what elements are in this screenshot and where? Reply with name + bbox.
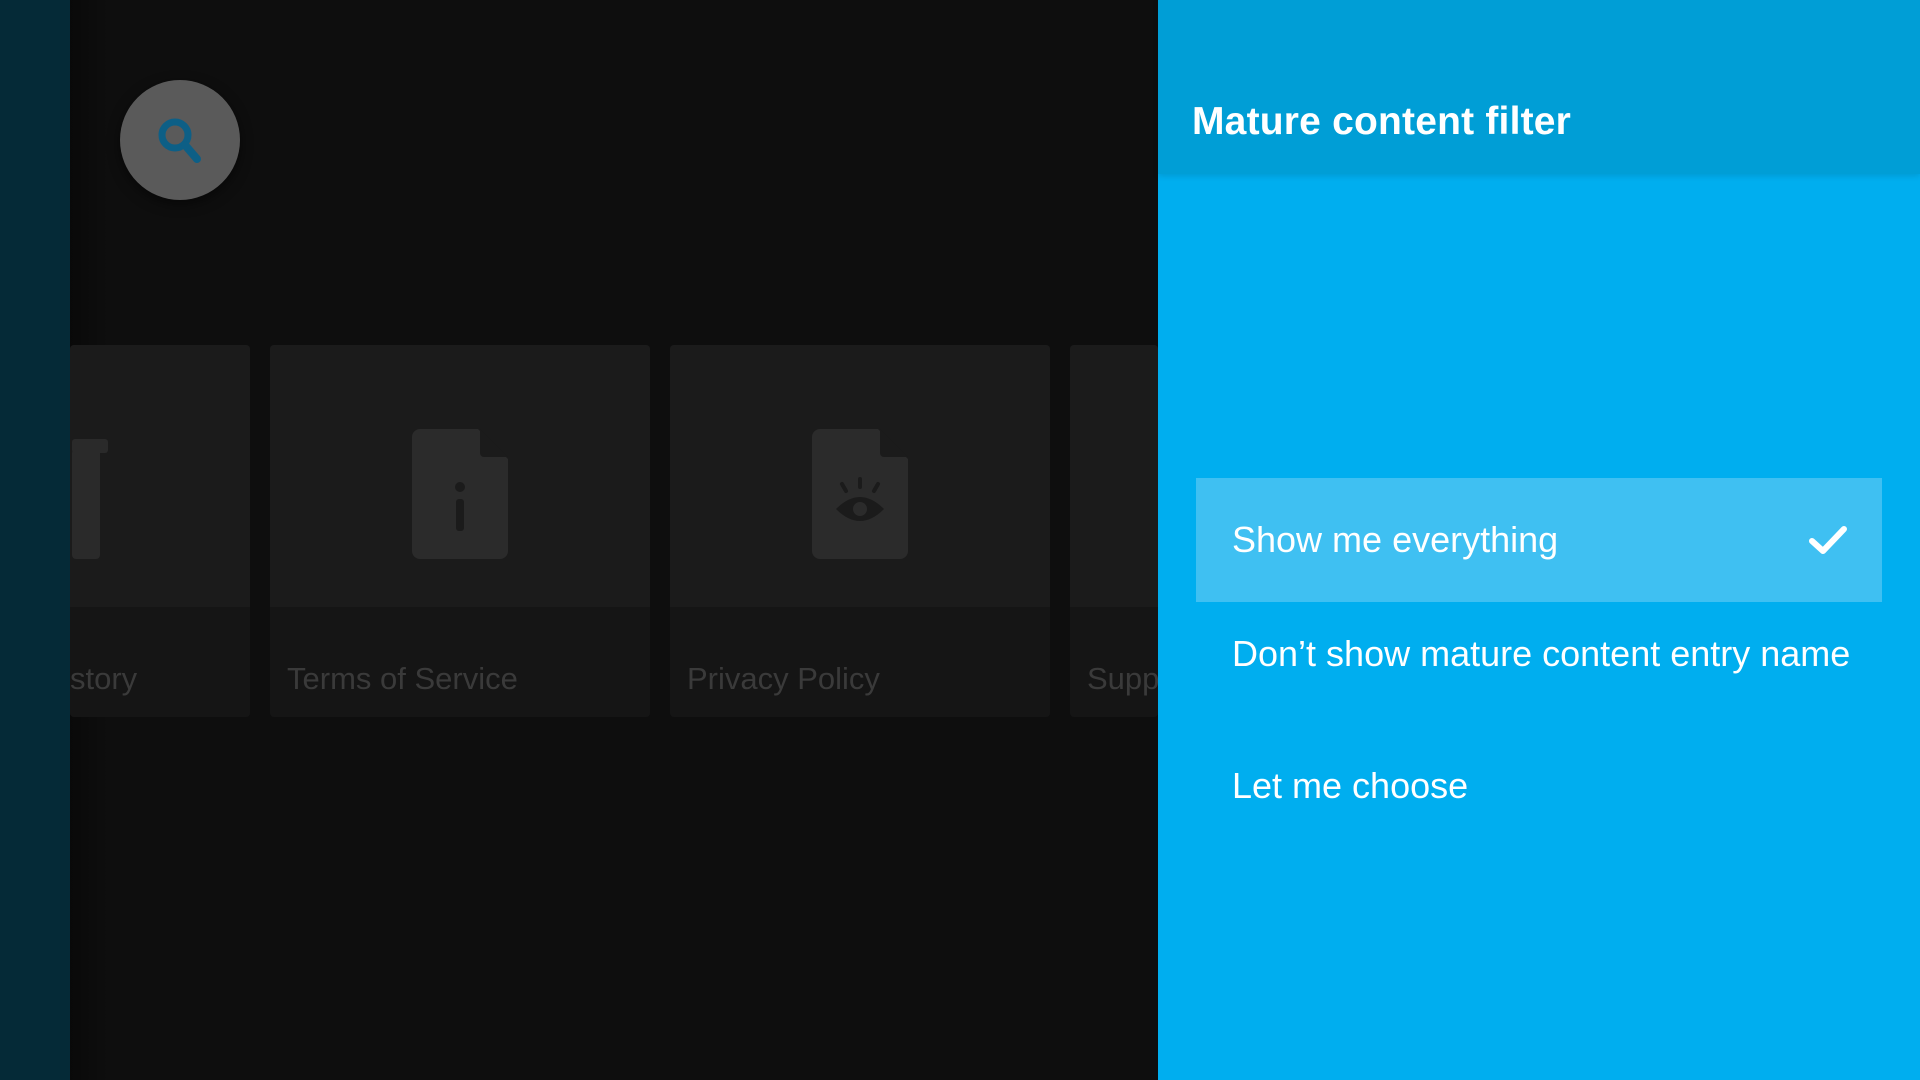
option-let-me-choose[interactable]: Let me choose xyxy=(1196,724,1882,848)
option-label: Show me everything xyxy=(1232,519,1559,560)
side-rail xyxy=(0,0,70,1080)
eye-document-icon xyxy=(812,429,908,559)
checkmark-icon xyxy=(1808,523,1848,557)
card-support[interactable]: Supp xyxy=(1070,345,1158,717)
panel-header: Mature content filter xyxy=(1158,0,1920,174)
trash-document-icon xyxy=(72,439,108,559)
card-terms-of-service[interactable]: Terms of Service xyxy=(270,345,650,717)
card-label: Terms of Service xyxy=(287,661,518,696)
card-label: Supp xyxy=(1087,661,1158,696)
search-icon xyxy=(158,118,201,163)
option-show-everything[interactable]: Show me everything xyxy=(1196,478,1882,602)
card-thumbnail xyxy=(70,345,250,607)
panel-title: Mature content filter xyxy=(1192,100,1572,143)
search-button[interactable] xyxy=(120,80,240,200)
info-document-icon xyxy=(412,429,508,559)
card-history[interactable]: story xyxy=(70,345,250,717)
option-dont-show-mature[interactable]: Don’t show mature content entry name xyxy=(1196,592,1882,716)
option-label: Don’t show mature content entry name xyxy=(1232,633,1851,674)
card-thumbnail xyxy=(270,345,650,607)
card-privacy-policy[interactable]: Privacy Policy xyxy=(670,345,1050,717)
card-label: Privacy Policy xyxy=(687,661,880,696)
card-thumbnail xyxy=(670,345,1050,607)
card-thumbnail xyxy=(1070,345,1158,607)
option-label: Let me choose xyxy=(1232,765,1469,806)
card-label: story xyxy=(70,661,138,696)
mature-content-filter-panel: Mature content filter Show me everything… xyxy=(1158,0,1920,1080)
